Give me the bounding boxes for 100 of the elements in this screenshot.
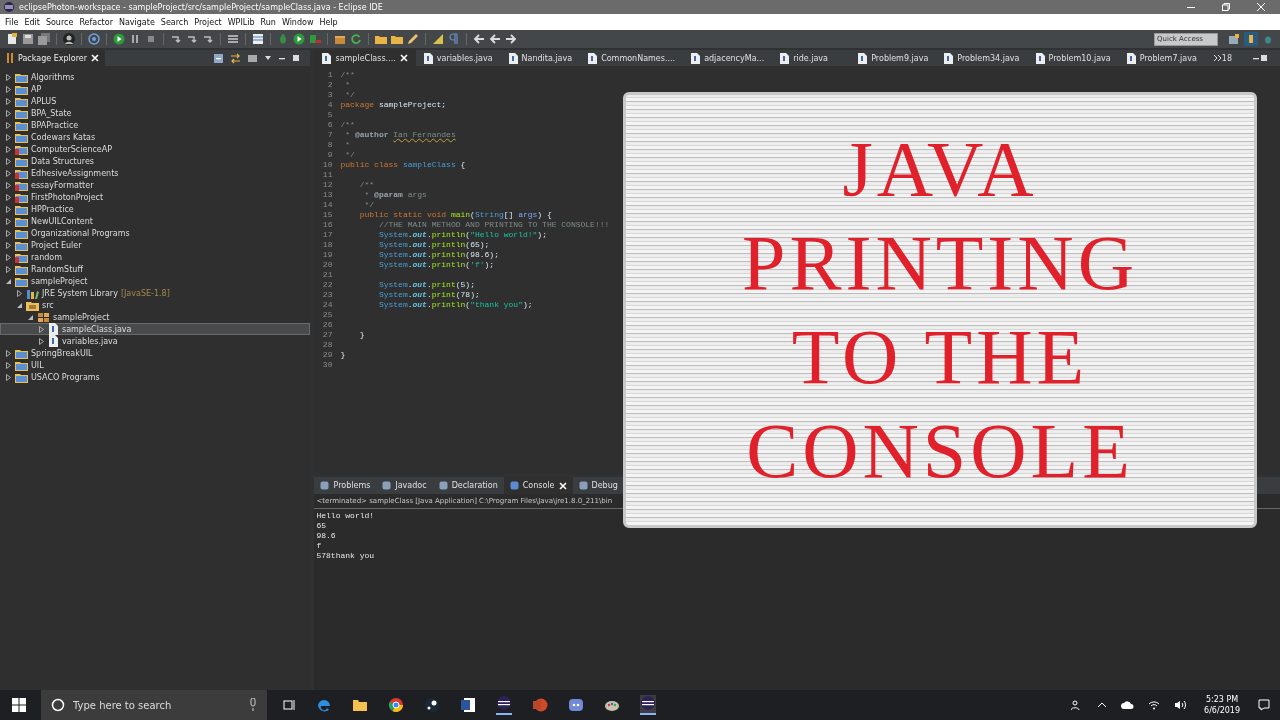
collapsed-arrow-icon[interactable] (16, 289, 23, 297)
menu-item[interactable]: File (2, 17, 22, 27)
microphone-icon[interactable] (249, 698, 257, 711)
cloud-icon[interactable] (1121, 700, 1135, 710)
collapsed-arrow-icon[interactable] (5, 121, 12, 129)
collapsed-arrow-icon[interactable] (5, 109, 12, 117)
person-icon[interactable] (63, 33, 75, 45)
folder-icon[interactable] (352, 697, 368, 713)
tree-row[interactable]: Codewars Katas (0, 131, 311, 143)
restore-icon[interactable] (1221, 2, 1231, 12)
editor-tab[interactable]: Problem7.java (1118, 50, 1205, 66)
menu-item[interactable]: Run (257, 17, 279, 27)
view-tab[interactable]: Declaration (432, 477, 504, 494)
folder-icon[interactable] (391, 33, 403, 45)
tree-row[interactable]: USACO Programs (0, 371, 311, 383)
tree-row[interactable]: src (0, 299, 311, 311)
tree-row[interactable]: essayFormatter (0, 179, 311, 191)
tree-row[interactable]: SpringBreakUIL (0, 347, 311, 359)
close-icon[interactable] (558, 481, 567, 490)
tree-row[interactable]: random (0, 251, 311, 263)
editor-tab[interactable]: variables.java (415, 50, 501, 66)
speaker-icon[interactable] (1174, 700, 1187, 710)
editor-tab[interactable]: Problem10.java (1027, 50, 1119, 66)
tree-row[interactable]: APLUS (0, 95, 311, 107)
ball-icon[interactable] (388, 697, 404, 713)
menu-item[interactable]: Window (278, 17, 317, 27)
tree-row[interactable]: ComputerScienceAP (0, 143, 311, 155)
collapsed-arrow-icon[interactable] (5, 145, 12, 153)
collapsed-arrow-icon[interactable] (5, 361, 12, 369)
collapsed-arrow-icon[interactable] (5, 253, 12, 261)
tree-row[interactable]: variables.java (0, 335, 311, 347)
collapsed-arrow-icon[interactable] (5, 229, 12, 237)
package-icon[interactable] (334, 33, 346, 45)
pause-icon[interactable] (129, 33, 141, 45)
collapsed-arrow-icon[interactable] (5, 205, 12, 213)
browser-icon[interactable] (316, 697, 332, 713)
hidden-tab-count[interactable]: 18 (1221, 53, 1232, 63)
collapsed-arrow-icon[interactable] (38, 337, 45, 345)
expanded-arrow-icon[interactable] (5, 277, 12, 285)
chevron-icon[interactable] (1212, 54, 1222, 62)
tree-row[interactable]: Organizational Programs (0, 227, 311, 239)
caret-up-icon[interactable] (1097, 700, 1108, 710)
menu-item[interactable]: WPILib (224, 17, 258, 27)
refresh-icon[interactable] (350, 33, 362, 45)
editor-tab[interactable]: Problem9.java (850, 50, 937, 66)
tree-row[interactable]: NewUILContent (0, 215, 311, 227)
tree-row[interactable]: JRE System Library [JavaSE-1.8] (0, 287, 311, 299)
view-tab[interactable]: Javadoc (376, 477, 433, 494)
editor-tab[interactable]: Nandita.java (500, 50, 581, 66)
tree-row[interactable]: BPA_State (0, 107, 311, 119)
collapsed-arrow-icon[interactable] (5, 265, 12, 273)
collapsed-arrow-icon[interactable] (5, 193, 12, 201)
save-all-icon[interactable] (38, 33, 50, 45)
menu-item[interactable]: Project (191, 17, 225, 27)
collapsed-arrow-icon[interactable] (5, 73, 12, 81)
view-tab[interactable]: Console (503, 477, 573, 494)
taskbar-search-field[interactable]: Type here to search (41, 690, 267, 720)
tree-row[interactable]: UIL (0, 359, 311, 371)
editor-tab[interactable]: Problem34.java (936, 50, 1028, 66)
collapsed-arrow-icon[interactable] (5, 241, 12, 249)
collapsed-arrow-icon[interactable] (5, 349, 12, 357)
collapsed-arrow-icon[interactable] (5, 97, 12, 105)
close-icon[interactable] (399, 54, 408, 62)
task-view-icon[interactable] (282, 698, 296, 712)
table-icon[interactable] (252, 33, 264, 45)
expanded-arrow-icon[interactable] (27, 313, 34, 321)
menu-item[interactable]: Edit (21, 17, 43, 27)
tree-row[interactable]: sampleProject (0, 275, 311, 287)
collapsed-arrow-icon[interactable] (5, 217, 12, 225)
document-app-icon[interactable] (460, 697, 476, 713)
step-icon[interactable] (202, 33, 214, 45)
expanded-arrow-icon[interactable] (16, 301, 23, 309)
collapsed-arrow-icon[interactable] (5, 133, 12, 141)
collapsed-arrow-icon[interactable] (5, 181, 12, 189)
play-icon[interactable] (113, 33, 125, 45)
editor-tab[interactable]: ride.java (772, 50, 851, 66)
tree-row[interactable]: BPAPractice (0, 119, 311, 131)
back-arrow-icon[interactable] (489, 33, 501, 45)
step-icon[interactable] (186, 33, 198, 45)
tree-row[interactable]: sampleClass.java (0, 323, 311, 335)
menu-item[interactable]: Help (316, 17, 341, 27)
java-perspective-icon[interactable] (1244, 32, 1258, 46)
slides-app-icon[interactable] (532, 697, 548, 713)
document-icon[interactable] (6, 33, 18, 45)
editor-tab[interactable]: adjacencyMa... (683, 50, 773, 66)
tree-row[interactable]: Algorithms (0, 71, 311, 83)
notification-icon[interactable] (1258, 699, 1270, 711)
view-tab[interactable]: Debug (572, 477, 624, 494)
tree-row[interactable]: EdhesiveAssignments (0, 167, 311, 179)
forward-arrow-icon[interactable] (505, 33, 517, 45)
save-icon[interactable] (22, 33, 34, 45)
collapsed-arrow-icon[interactable] (5, 373, 12, 381)
folder-icon[interactable] (375, 33, 387, 45)
list-icon[interactable] (227, 33, 239, 45)
run-external-icon[interactable] (309, 33, 321, 45)
clock-date[interactable]: 6/6/2019 (1204, 706, 1240, 715)
brush-icon[interactable] (407, 33, 419, 45)
close-icon[interactable] (91, 54, 99, 62)
back-arrow-icon[interactable] (473, 33, 485, 45)
collapsed-arrow-icon[interactable] (5, 169, 12, 177)
